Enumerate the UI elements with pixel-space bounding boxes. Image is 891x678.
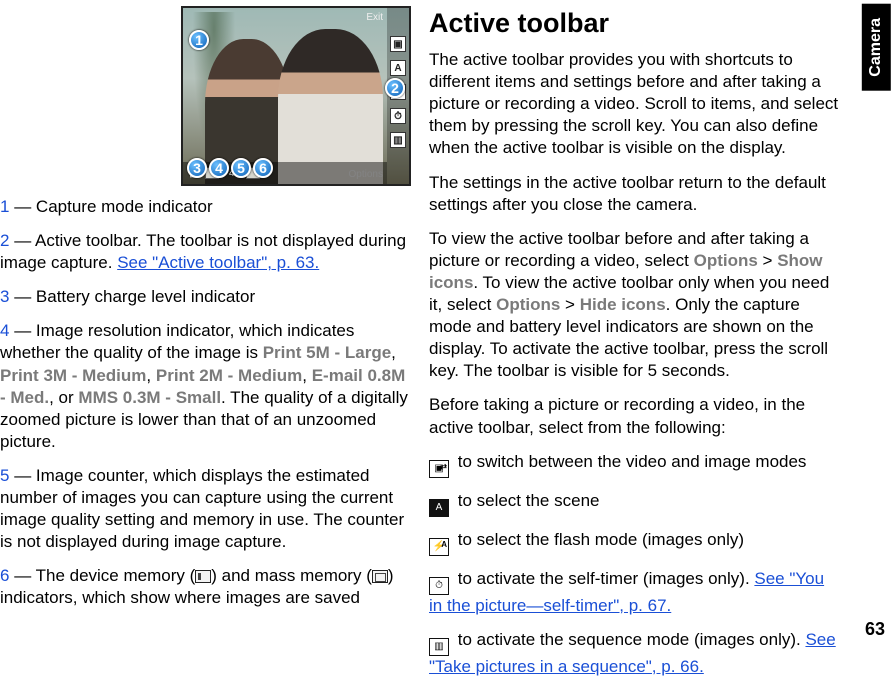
- legend-item-4: 4 — Image resolution indicator, which in…: [0, 320, 411, 453]
- legend-item-3: 3 — Battery charge level indicator: [0, 286, 411, 308]
- person-silhouette: [278, 29, 383, 184]
- heading-active-toolbar: Active toolbar: [429, 6, 840, 41]
- mode-switch-icon: ▣⇄: [429, 460, 449, 478]
- legend-item-1: 1 — Capture mode indicator: [0, 196, 411, 218]
- self-timer-icon: ⏱: [429, 577, 449, 595]
- sequence-icon: ▥: [429, 638, 449, 656]
- callout-2: 2: [385, 78, 405, 98]
- mode-switch-icon: ▣: [390, 36, 406, 52]
- flash-icon: ⚡A: [429, 538, 449, 556]
- self-timer-icon: ⏱: [390, 108, 406, 124]
- link-active-toolbar[interactable]: See "Active toolbar", p. 63.: [117, 253, 319, 272]
- scene-icon: A: [390, 60, 406, 76]
- bullet-scene: A to select the scene: [429, 490, 840, 517]
- para-select-from: Before taking a picture or recording a v…: [429, 394, 840, 438]
- device-memory-icon: [195, 570, 211, 583]
- para-intro: The active toolbar provides you with sho…: [429, 49, 840, 159]
- legend-item-6: 6 — The device memory () and mass memory…: [0, 565, 411, 609]
- bullet-self-timer: ⏱ to activate the self-timer (images onl…: [429, 568, 840, 617]
- bullet-flash: ⚡A to select the flash mode (images only…: [429, 529, 840, 556]
- callout-3: 3: [187, 158, 207, 178]
- callout-6: 6: [253, 158, 273, 178]
- sequence-icon: ▥: [390, 132, 406, 148]
- page-sidebar: Camera 63: [846, 0, 891, 651]
- section-tab: Camera: [862, 4, 891, 91]
- para-default: The settings in the active toolbar retur…: [429, 172, 840, 216]
- scene-icon: A: [429, 499, 449, 517]
- callout-4: 4: [209, 158, 229, 178]
- legend-item-5: 5 — Image counter, which displays the es…: [0, 465, 411, 553]
- legend-item-2: 2 — Active toolbar. The toolbar is not d…: [0, 230, 411, 274]
- bullet-sequence: ▥ to activate the sequence mode (images …: [429, 629, 840, 678]
- para-show-hide: To view the active toolbar before and af…: [429, 228, 840, 383]
- camera-exit-label: Exit: [366, 11, 383, 24]
- camera-viewfinder-illustration: Exit Options ▣ A A ⏱ ▥ ▮ 45 1 2 3: [181, 6, 411, 186]
- bullet-mode-switch: ▣⇄ to switch between the video and image…: [429, 451, 840, 478]
- callout-5: 5: [231, 158, 251, 178]
- callout-1: 1: [189, 30, 209, 50]
- mass-memory-icon: [372, 570, 388, 583]
- page-number: 63: [865, 618, 885, 641]
